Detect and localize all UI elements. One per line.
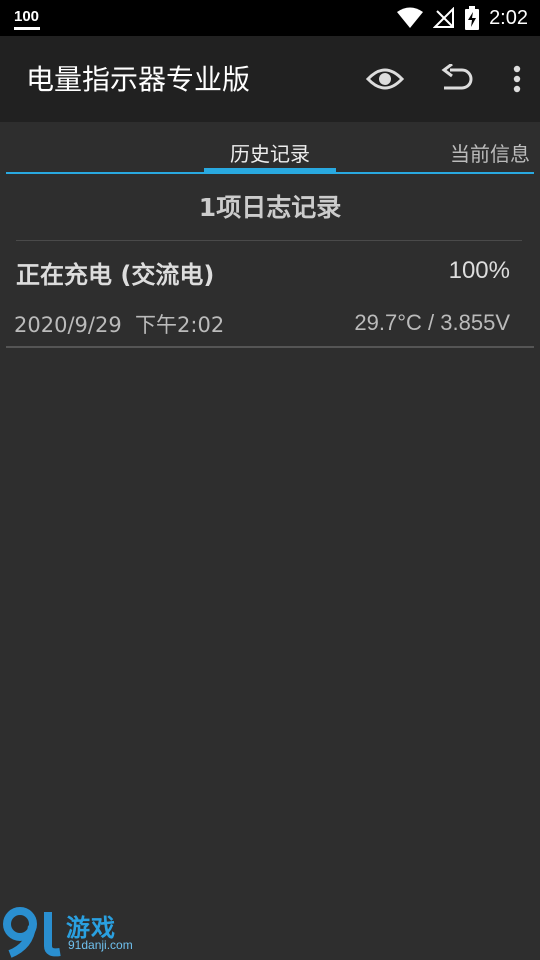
tab-current-info[interactable]: 当前信息 [450, 138, 530, 167]
watermark-91-icon [3, 907, 61, 958]
tab-history[interactable]: 历史记录 [204, 138, 336, 167]
battery-charging-icon [465, 6, 480, 30]
app-actions [366, 60, 524, 98]
watermark-url: 91danji.com [68, 938, 133, 952]
undo-icon [441, 64, 473, 90]
overflow-menu-button[interactable] [510, 60, 524, 98]
watermark-logo: 游戏 91danji.com [2, 906, 136, 958]
overflow-menu-icon [513, 65, 521, 93]
eye-button[interactable] [366, 60, 404, 98]
entry-status: 正在充电 (交流电) [16, 261, 215, 289]
entry-percent: 100% [448, 257, 510, 284]
entry-temperature-voltage: 29.7°C / 3.855V [354, 310, 510, 335]
tab-bar: 历史记录 当前信息 [0, 122, 540, 174]
entry-datetime: 2020/9/29 下午2:02 [14, 313, 225, 337]
divider [16, 240, 522, 241]
divider [6, 346, 534, 348]
no-signal-icon [433, 7, 455, 28]
tab-bar-underline [6, 172, 534, 174]
app-bar: 电量指示器专业版 [0, 36, 540, 122]
eye-icon [366, 68, 404, 90]
log-count-header: 1项日志记录 [198, 193, 342, 222]
clock-time: 2:02 [489, 6, 528, 29]
app-title: 电量指示器专业版 [26, 63, 251, 96]
status-bar: 100 2:02 [0, 0, 540, 36]
battery-level-text: 100 [14, 8, 40, 25]
status-icons: 2:02 [397, 4, 528, 32]
charging-underline-icon [14, 27, 40, 30]
battery-level-indicator: 100 [14, 8, 40, 30]
wifi-icon [397, 7, 424, 28]
undo-button[interactable] [438, 60, 476, 98]
